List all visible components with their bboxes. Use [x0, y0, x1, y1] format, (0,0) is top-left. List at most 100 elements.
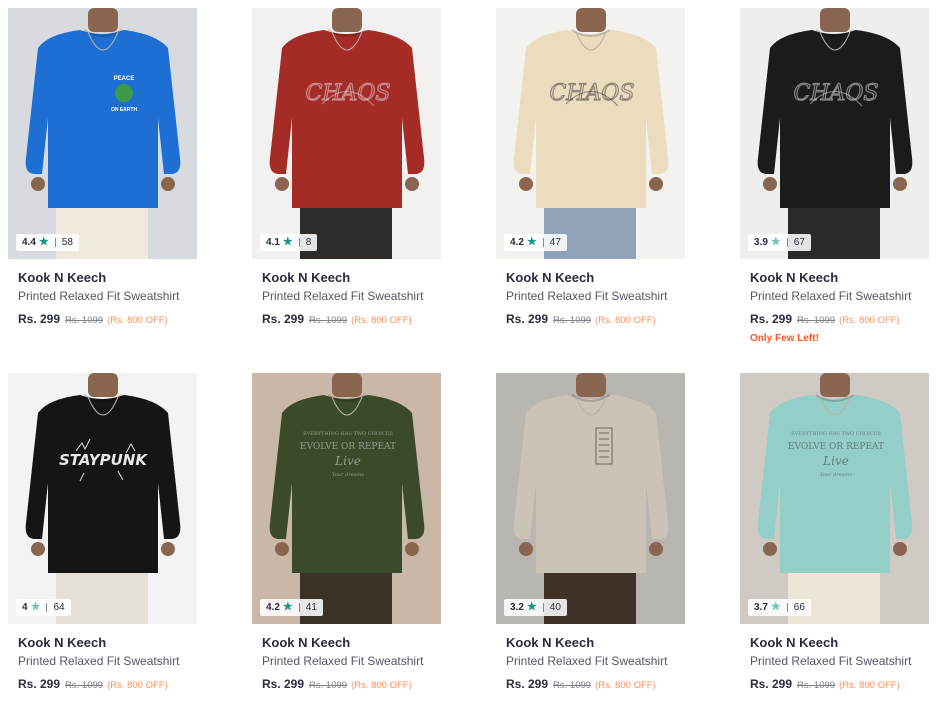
product-name[interactable]: Printed Relaxed Fit Sweatshirt: [18, 654, 179, 668]
product-mrp: Rs. 1099: [65, 680, 104, 691]
svg-text:CHAOS: CHAOS: [549, 81, 634, 106]
product-card[interactable]: STAYPUNK 4 ★ 64 Kook N Keech Printed Relaxed …: [8, 373, 197, 713]
product-discount: (Rs. 800 OFF): [839, 680, 900, 691]
product-card[interactable]: CHAOS 4.2 ★ 47 Kook N Keech Printed Relaxed F…: [496, 8, 685, 348]
product-name[interactable]: Printed Relaxed Fit Sweatshirt: [750, 654, 911, 668]
rating-value: 3.2: [510, 602, 524, 613]
price-row: Rs. 299 Rs. 1099 (Rs. 800 OFF): [262, 677, 412, 691]
svg-text:Live: Live: [822, 454, 849, 468]
product-name[interactable]: Printed Relaxed Fit Sweatshirt: [750, 289, 911, 303]
rating-divider: [786, 238, 788, 247]
svg-text:PEACE: PEACE: [114, 76, 135, 82]
product-image[interactable]: 3.2 ★ 40: [496, 373, 685, 624]
svg-text:STAYPUNK: STAYPUNK: [59, 451, 148, 469]
product-brand[interactable]: Kook N Keech: [506, 270, 594, 285]
product-card[interactable]: EVERYTHING HAS TWO CHOICES EVOLVE OR REPE…: [252, 373, 441, 713]
product-price: Rs. 299: [506, 677, 549, 691]
rating-count: 8: [305, 237, 312, 248]
rating-count: 67: [793, 237, 805, 248]
rating-value: 4.4: [22, 237, 36, 248]
rating-badge: 4.1 ★ 8: [260, 234, 318, 251]
rating-value: 4.1: [266, 237, 280, 248]
product-discount: (Rs. 800 OFF): [351, 315, 412, 326]
rating-divider: [298, 603, 300, 612]
product-name[interactable]: Printed Relaxed Fit Sweatshirt: [262, 289, 423, 303]
product-mrp: Rs. 1099: [797, 315, 836, 326]
product-card[interactable]: CHAOS 4.1 ★ 8 Kook N Keech Printed Relaxed Fi…: [252, 8, 441, 348]
rating-badge: 4.2 ★ 47: [504, 234, 567, 251]
star-icon: ★: [770, 236, 781, 248]
rating-divider: [46, 603, 48, 612]
product-name[interactable]: Printed Relaxed Fit Sweatshirt: [506, 654, 667, 668]
rating-divider: [298, 238, 300, 247]
product-image[interactable]: CHAOS 4.2 ★ 47: [496, 8, 685, 259]
product-mrp: Rs. 1099: [797, 680, 836, 691]
star-icon: ★: [282, 236, 293, 248]
product-image[interactable]: PEACE ON EARTH 4.4 ★ 58: [8, 8, 197, 259]
star-icon: ★: [282, 601, 293, 613]
rating-value: 3.9: [754, 237, 768, 248]
product-card[interactable]: CHAOS 3.9 ★ 67 Kook N Keech Printed Relaxed F…: [740, 8, 929, 348]
product-brand[interactable]: Kook N Keech: [18, 270, 106, 285]
product-brand[interactable]: Kook N Keech: [262, 270, 350, 285]
product-name[interactable]: Printed Relaxed Fit Sweatshirt: [262, 654, 423, 668]
svg-text:EVOLVE OR REPEAT: EVOLVE OR REPEAT: [788, 442, 884, 452]
svg-text:CHAOS: CHAOS: [793, 81, 878, 106]
price-row: Rs. 299 Rs. 1099 (Rs. 800 OFF): [750, 677, 900, 691]
product-brand[interactable]: Kook N Keech: [750, 270, 838, 285]
rating-value: 4: [22, 602, 28, 613]
product-mrp: Rs. 1099: [309, 315, 348, 326]
rating-badge: 4 ★ 64: [16, 599, 71, 616]
rating-value: 4.2: [510, 237, 524, 248]
rating-count: 66: [793, 602, 805, 613]
product-discount: (Rs. 800 OFF): [839, 315, 900, 326]
rating-count: 64: [53, 602, 65, 613]
product-card[interactable]: PEACE ON EARTH 4.4 ★ 58 Kook N Keech Printed R…: [8, 8, 197, 348]
product-mrp: Rs. 1099: [553, 680, 592, 691]
rating-count: 47: [549, 237, 561, 248]
product-card[interactable]: 3.2 ★ 40 Kook N Keech Printed Relaxed Fit Sw…: [496, 373, 685, 713]
svg-text:ON EARTH: ON EARTH: [111, 107, 138, 113]
price-row: Rs. 299 Rs. 1099 (Rs. 800 OFF): [750, 312, 900, 326]
product-discount: (Rs. 800 OFF): [595, 680, 656, 691]
product-brand[interactable]: Kook N Keech: [506, 635, 594, 650]
product-mrp: Rs. 1099: [309, 680, 348, 691]
svg-text:EVERYTHING HAS TWO CHOICES: EVERYTHING HAS TWO CHOICES: [791, 431, 881, 437]
svg-text:EVOLVE OR REPEAT: EVOLVE OR REPEAT: [300, 442, 396, 452]
product-price: Rs. 299: [262, 312, 305, 326]
rating-badge: 4.2 ★ 41: [260, 599, 323, 616]
product-brand[interactable]: Kook N Keech: [18, 635, 106, 650]
product-image[interactable]: CHAOS 4.1 ★ 8: [252, 8, 441, 259]
price-row: Rs. 299 Rs. 1099 (Rs. 800 OFF): [262, 312, 412, 326]
product-brand[interactable]: Kook N Keech: [262, 635, 350, 650]
product-card[interactable]: EVERYTHING HAS TWO CHOICES EVOLVE OR REPE…: [740, 373, 929, 713]
price-row: Rs. 299 Rs. 1099 (Rs. 800 OFF): [18, 677, 168, 691]
star-icon: ★: [38, 236, 49, 248]
product-image[interactable]: CHAOS 3.9 ★ 67: [740, 8, 929, 259]
rating-divider: [542, 603, 544, 612]
product-image[interactable]: EVERYTHING HAS TWO CHOICES EVOLVE OR REPE…: [252, 373, 441, 624]
star-icon: ★: [526, 601, 537, 613]
product-price: Rs. 299: [750, 677, 793, 691]
product-image[interactable]: STAYPUNK 4 ★ 64: [8, 373, 197, 624]
product-discount: (Rs. 800 OFF): [595, 315, 656, 326]
product-mrp: Rs. 1099: [553, 315, 592, 326]
product-brand[interactable]: Kook N Keech: [750, 635, 838, 650]
rating-badge: 3.9 ★ 67: [748, 234, 811, 251]
svg-text:Your dreams: Your dreams: [820, 472, 852, 478]
product-discount: (Rs. 800 OFF): [351, 680, 412, 691]
price-row: Rs. 299 Rs. 1099 (Rs. 800 OFF): [18, 312, 168, 326]
product-price: Rs. 299: [506, 312, 549, 326]
product-price: Rs. 299: [18, 312, 61, 326]
product-name[interactable]: Printed Relaxed Fit Sweatshirt: [18, 289, 179, 303]
rating-value: 4.2: [266, 602, 280, 613]
product-name[interactable]: Printed Relaxed Fit Sweatshirt: [506, 289, 667, 303]
stock-note: Only Few Left!: [750, 333, 819, 344]
product-discount: (Rs. 800 OFF): [107, 315, 168, 326]
star-icon: ★: [770, 601, 781, 613]
product-image[interactable]: EVERYTHING HAS TWO CHOICES EVOLVE OR REPE…: [740, 373, 929, 624]
rating-count: 40: [549, 602, 561, 613]
rating-divider: [54, 238, 56, 247]
star-icon: ★: [30, 601, 41, 613]
svg-text:CHAOS: CHAOS: [305, 81, 390, 106]
